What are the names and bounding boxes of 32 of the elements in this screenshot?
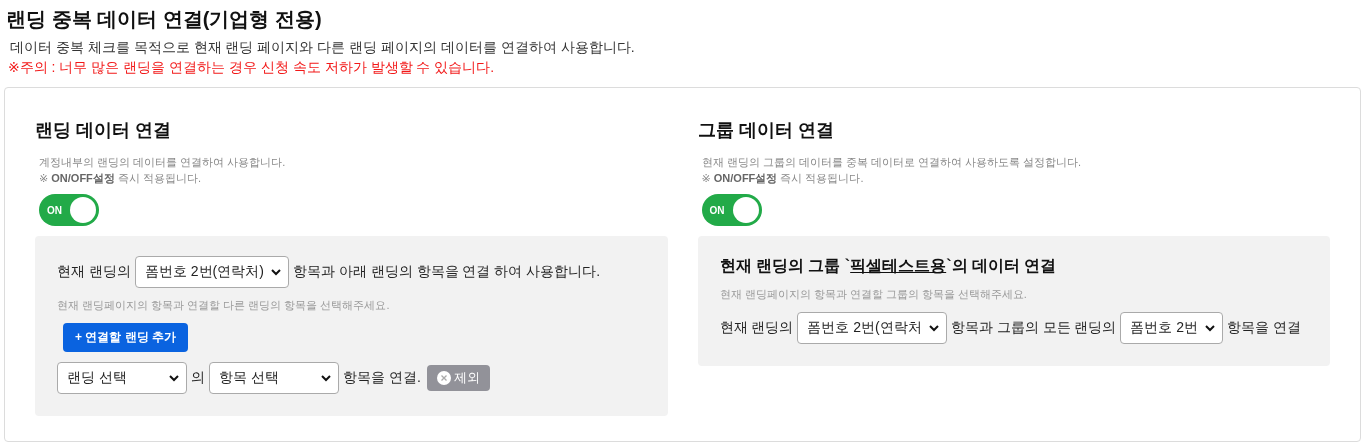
dropdown[interactable]: 폼번호 2번(연락처 bbox=[797, 312, 947, 344]
panel-title: 그룹 데이터 연결 bbox=[697, 119, 835, 142]
section-heading: 현재 랜딩의 그룹 `픽셀테스트용`의 데이터 연결 bbox=[719, 256, 1058, 276]
chevron-down-icon bbox=[269, 266, 282, 278]
label-text: 항목을 연결. bbox=[343, 369, 421, 387]
add-landing-button[interactable]: + 연결할 랜딩 추가 bbox=[63, 323, 188, 352]
dropdown[interactable]: 폼번호 2번(연락처) bbox=[134, 256, 289, 288]
label-text: 항목을 연결 bbox=[1227, 319, 1301, 337]
hint-text: 현재 랜딩페이지의 항목과 연결할 그룹의 항목을 선택해주세요. bbox=[719, 287, 1028, 302]
hint-text: 현재 랜딩페이지의 항목과 연결할 다른 랜딩의 항목을 선택해주세요. bbox=[57, 298, 391, 313]
chevron-down-icon bbox=[320, 372, 332, 384]
label-text: 현재 랜딩의 bbox=[719, 319, 794, 337]
group-link[interactable]: 픽셀테스트용 bbox=[850, 257, 947, 274]
label-text: 현재 랜딩의 bbox=[57, 263, 131, 281]
dropdown[interactable]: 항목 선택 bbox=[209, 362, 339, 394]
note-text: ※ ON/OFF설정 즉시 적용됩니다. bbox=[39, 171, 202, 186]
chevron-down-icon bbox=[168, 372, 180, 384]
chevron-down-icon bbox=[927, 322, 940, 334]
panel-title: 랜딩 데이터 연결 bbox=[35, 119, 172, 142]
close-circle-icon bbox=[436, 371, 451, 385]
label-text: 의 bbox=[191, 369, 205, 387]
page-title: 랜딩 중복 데이터 연결(기업형 전용) bbox=[6, 7, 323, 32]
description-text: 데이터 중복 체크를 목적으로 현재 랜딩 페이지와 다른 랜딩 페이지의 데이터를 연결하여 사용합니다. bbox=[10, 39, 636, 57]
warning-text: ※주의 : 너무 많은 랜딩을 연결하는 경우 신청 속도 저하가 발생할 수 있습니다. bbox=[8, 59, 496, 77]
label-text: 항목과 그룹의 모든 랜딩의 bbox=[950, 319, 1117, 337]
panel-description: 계정내부의 랜딩의 데이터를 연결하여 사용합니다. bbox=[39, 155, 287, 170]
chevron-down-icon bbox=[1204, 322, 1217, 334]
label-text: 항목과 아래 랜딩의 항목을 연결 하여 사용합니다. bbox=[292, 263, 601, 281]
dropdown[interactable]: 랜딩 선택 bbox=[57, 362, 187, 394]
panel-description: 현재 랜딩의 그룹의 데이터를 중복 데이터로 연결하여 사용하도록 설정합니다. bbox=[701, 155, 1082, 170]
dropdown[interactable]: 폼번호 2번 bbox=[1120, 312, 1224, 344]
note-text: ※ ON/OFF설정 즉시 적용됩니다. bbox=[701, 171, 865, 186]
